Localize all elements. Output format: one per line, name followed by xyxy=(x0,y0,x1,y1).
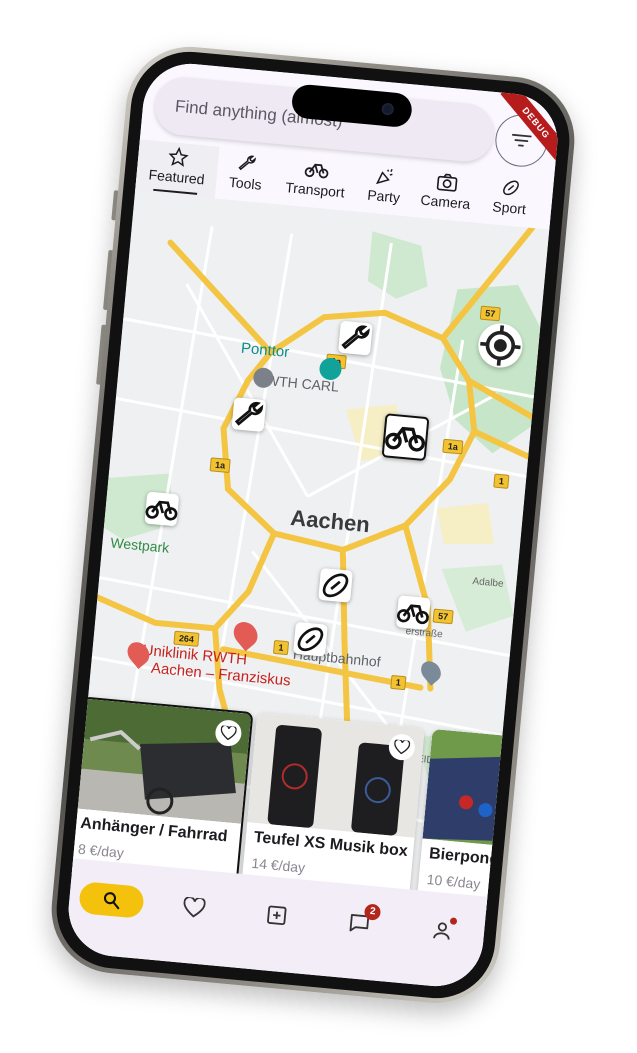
heart-icon xyxy=(183,896,206,918)
map-marker-sport[interactable] xyxy=(318,567,353,603)
crosshair-icon xyxy=(480,325,521,366)
tab-label: Tools xyxy=(228,173,263,193)
football-icon xyxy=(322,573,349,598)
tab-sport[interactable]: Sport xyxy=(478,171,543,228)
wrench-icon xyxy=(341,325,370,350)
map-marker-sport[interactable] xyxy=(293,621,328,657)
listing-image xyxy=(247,712,425,838)
bike-icon xyxy=(385,426,425,452)
football-icon xyxy=(503,180,519,196)
tab-label: Sport xyxy=(491,198,527,218)
star-icon xyxy=(168,146,189,167)
listing-price: 14 €/day xyxy=(250,854,306,876)
party-popper-icon xyxy=(375,168,393,185)
tab-camera[interactable]: Camera xyxy=(410,165,483,223)
nav-search[interactable] xyxy=(77,881,145,919)
map-marker-transport-selected[interactable] xyxy=(381,413,430,462)
phone-mockup: 57 1a 1a 1a 1 1 57 264 1 Aachen Ponttor … xyxy=(46,41,580,1009)
tab-tools[interactable]: Tools xyxy=(215,147,278,204)
listing-title: Bierpong xyxy=(428,845,500,869)
heart-icon xyxy=(220,725,237,741)
heart-icon xyxy=(394,739,411,755)
map-marker-tools[interactable] xyxy=(338,320,373,356)
map-marker-transport[interactable] xyxy=(395,595,431,631)
bike-icon xyxy=(397,604,429,625)
wrench-icon xyxy=(234,401,264,426)
camera-icon xyxy=(436,173,458,192)
my-location-button[interactable] xyxy=(476,321,525,370)
listing-price: 10 €/day xyxy=(426,871,482,892)
wrench-icon xyxy=(238,155,256,171)
tab-label: Party xyxy=(366,186,401,206)
front-camera xyxy=(381,102,395,116)
listing-price: 8 €/day xyxy=(77,840,125,861)
bike-icon xyxy=(145,500,178,521)
nav-profile[interactable] xyxy=(409,912,476,950)
nav-favorites[interactable] xyxy=(161,889,228,927)
add-box-icon xyxy=(267,905,287,926)
unread-badge: 2 xyxy=(363,903,382,921)
filter-icon xyxy=(511,133,532,147)
road-shield: 1a xyxy=(209,457,231,474)
map-marker-transport[interactable] xyxy=(144,491,180,527)
listing-card[interactable]: Teufel XS Musik box 14 €/day xyxy=(241,712,425,904)
nav-add-listing[interactable] xyxy=(243,896,310,934)
tab-party[interactable]: Party xyxy=(354,160,415,217)
tab-featured[interactable]: Featured xyxy=(135,139,220,199)
road-shield: 1 xyxy=(390,674,407,691)
listing-image xyxy=(73,698,252,824)
road-shield: 1a xyxy=(442,438,464,455)
bike-icon xyxy=(304,163,329,179)
notification-dot xyxy=(450,917,458,926)
road-shield: 1 xyxy=(272,639,290,656)
football-icon xyxy=(297,627,324,652)
search-icon xyxy=(103,892,119,910)
listing-image xyxy=(422,728,562,854)
road-shield: 57 xyxy=(479,305,501,322)
road-shield: 1 xyxy=(493,473,510,489)
nav-messages[interactable]: 2 xyxy=(326,903,393,942)
map-marker-tools[interactable] xyxy=(231,397,267,433)
tab-transport[interactable]: Transport xyxy=(272,152,358,211)
road-shield: 57 xyxy=(432,608,454,625)
app-screen: 57 1a 1a 1a 1 1 57 264 1 Aachen Ponttor … xyxy=(64,59,562,991)
